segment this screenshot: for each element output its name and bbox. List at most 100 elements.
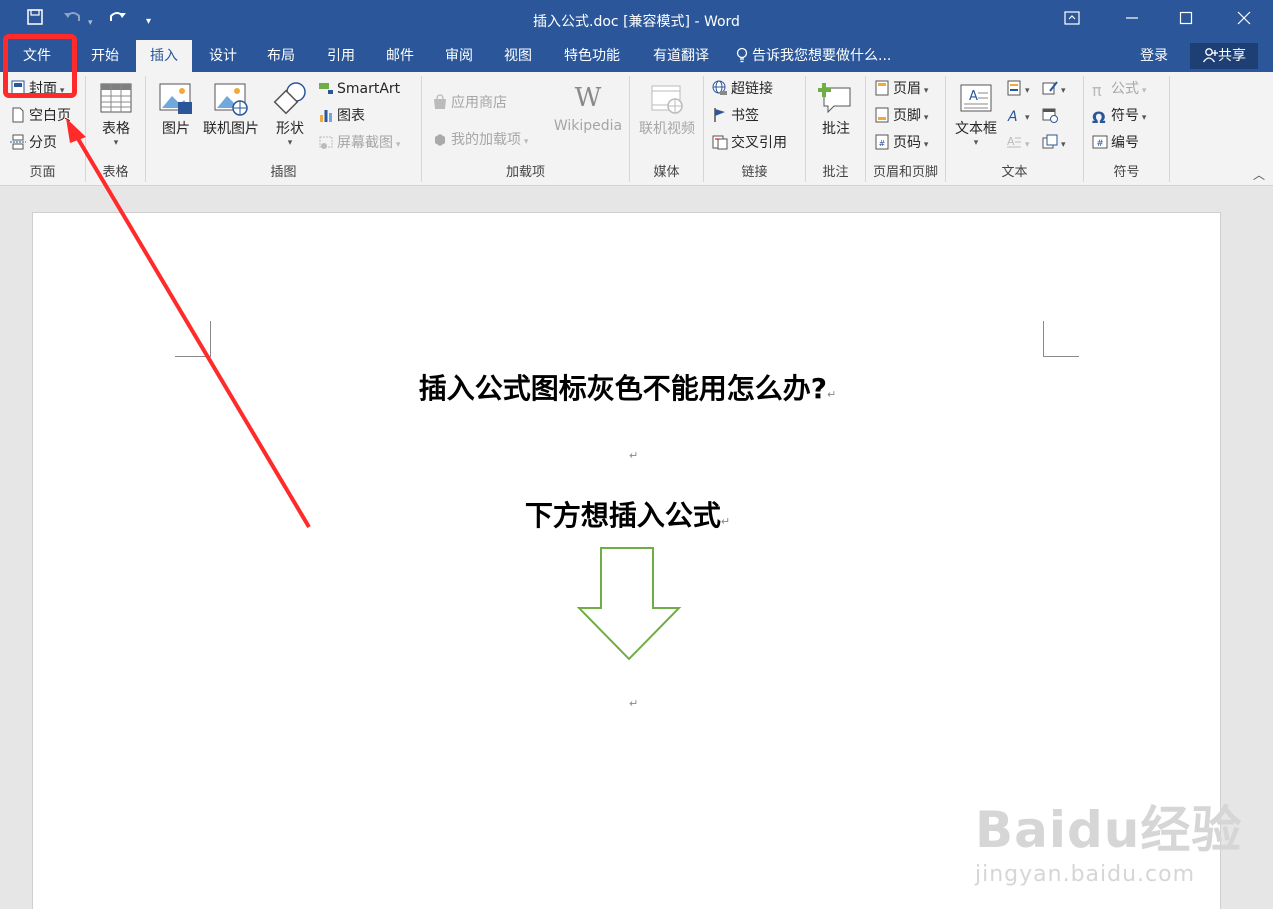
margin-corner-top-right (1043, 321, 1079, 357)
svg-text:#: # (1096, 139, 1104, 149)
tell-me-text: 告诉我您想要做什么... (752, 48, 892, 64)
group-comments: 批注 批注 (806, 76, 866, 182)
down-arrow-shape[interactable] (577, 547, 683, 661)
group-label-links: 链接 (741, 165, 768, 180)
group-addins: 应用商店 我的加载项 ▾ W Wikipedia 加载项 (422, 76, 630, 182)
empty-paragraph-mark: ↵ (629, 697, 639, 710)
tab-special-features[interactable]: 特色功能 (554, 40, 630, 72)
chart-button[interactable]: 图表 (318, 105, 365, 127)
share-label: 共享 (1218, 48, 1246, 64)
object-button[interactable]: ▾ (1042, 132, 1066, 154)
symbol-button[interactable]: Ω 符号 ▾ (1092, 105, 1146, 127)
textbox-button[interactable]: A 文本框 ▾ (950, 80, 1002, 148)
shapes-button[interactable]: 形状 ▾ (266, 80, 314, 148)
cross-reference-button[interactable]: 交叉引用 (712, 132, 787, 154)
person-icon (1202, 46, 1218, 72)
tab-home[interactable]: 开始 (80, 40, 130, 72)
equation-button[interactable]: π 公式 ▾ (1092, 78, 1146, 100)
svg-text:A: A (1007, 135, 1015, 148)
group-label-pages: 页面 (29, 165, 56, 180)
footer-button[interactable]: 页脚 ▾ (874, 105, 928, 127)
page-number-button[interactable]: # 页码 ▾ (874, 132, 928, 154)
tab-design[interactable]: 设计 (198, 40, 248, 72)
smartart-button[interactable]: SmartArt (318, 78, 400, 100)
empty-paragraph-mark: ↵ (629, 449, 639, 462)
footer-icon (874, 107, 890, 123)
document-heading-insert-below[interactable]: 下方想插入公式↵ (33, 494, 1222, 534)
pi-icon: π (1092, 81, 1102, 100)
table-button[interactable]: 表格 ▾ (94, 80, 138, 148)
online-pictures-button[interactable]: 联机图片 (198, 80, 264, 138)
group-text: A 文本框 ▾ ▾ A ▾ A ▾ ▾ ▾ 文本 (946, 76, 1084, 182)
page-break-icon (10, 134, 26, 150)
page-break-button[interactable]: 分页 (10, 132, 57, 154)
ribbon-display-options-icon[interactable] (1052, 6, 1092, 34)
hyperlink-button[interactable]: 超链接 (712, 78, 773, 100)
screenshot-button[interactable]: 屏幕截图 ▾ (318, 132, 400, 154)
group-label-tables: 表格 (102, 165, 129, 180)
paragraph-mark: ↵ (827, 388, 837, 401)
group-label-illustrations: 插图 (270, 165, 297, 180)
close-icon[interactable] (1224, 6, 1264, 34)
wordart-icon: A (1006, 107, 1022, 125)
textbox-icon: A (958, 80, 994, 116)
group-label-text: 文本 (1001, 165, 1028, 180)
share-button[interactable]: 共享 (1190, 43, 1258, 69)
table-icon (98, 80, 134, 116)
picture-icon (158, 80, 194, 116)
addins-icon (432, 131, 448, 147)
pictures-button[interactable]: 图片 (154, 80, 198, 138)
wordart-button[interactable]: A ▾ (1006, 105, 1030, 127)
lightbulb-icon (736, 43, 748, 75)
omega-icon: Ω (1092, 108, 1106, 127)
store-icon (432, 94, 448, 110)
group-media: 联机视频 媒体 (630, 76, 704, 182)
collapse-ribbon-icon[interactable]: ︿ (1253, 166, 1265, 183)
signin-link[interactable]: 登录 (1140, 40, 1168, 72)
tab-review[interactable]: 审阅 (434, 40, 484, 72)
margin-corner-top-left (175, 321, 211, 357)
object-icon (1042, 134, 1058, 150)
wikipedia-button[interactable]: W Wikipedia (550, 80, 626, 134)
tell-me-box[interactable]: 告诉我您想要做什么... (736, 40, 891, 72)
page-number-icon: # (874, 134, 890, 150)
new-comment-button[interactable]: 批注 (812, 80, 860, 138)
header-button[interactable]: 页眉 ▾ (874, 78, 928, 100)
tab-youdao-translate[interactable]: 有道翻译 (642, 40, 720, 72)
watermark-logo-text: Baidu经验 (975, 801, 1243, 859)
watermark-url: jingyan.baidu.com (975, 862, 1196, 887)
numbering-button[interactable]: # 编号 (1092, 132, 1139, 154)
signature-line-button[interactable]: ▾ (1042, 78, 1066, 100)
group-label-symbols: 符号 (1113, 165, 1140, 180)
blank-page-button[interactable]: 空白页 (10, 105, 71, 127)
group-label-comments: 批注 (822, 165, 849, 180)
tab-layout[interactable]: 布局 (256, 40, 306, 72)
tab-mailings[interactable]: 邮件 (375, 40, 425, 72)
online-video-button[interactable]: 联机视频 (634, 80, 700, 138)
tab-references[interactable]: 引用 (316, 40, 366, 72)
paragraph-mark: ↵ (720, 515, 731, 528)
bookmark-button[interactable]: 书签 (712, 105, 759, 127)
tab-view[interactable]: 视图 (493, 40, 543, 72)
shapes-icon (272, 80, 308, 116)
smartart-icon (318, 80, 334, 96)
blank-page-icon (10, 107, 26, 123)
title-bar: ▾ ▾ 插入公式.doc [兼容模式] - Word (0, 0, 1273, 40)
quick-parts-button[interactable]: ▾ (1006, 78, 1030, 100)
maximize-icon[interactable] (1166, 6, 1206, 34)
svg-text:#: # (879, 139, 886, 148)
quick-parts-icon (1006, 80, 1022, 96)
date-time-button[interactable] (1042, 105, 1061, 127)
svg-text:A: A (1007, 109, 1018, 123)
group-label-header-footer: 页眉和页脚 (872, 165, 938, 180)
tab-insert[interactable]: 插入 (136, 40, 192, 72)
group-links: 超链接 书签 交叉引用 链接 (704, 76, 806, 182)
group-tables: 表格 ▾ 表格 (86, 76, 146, 182)
ribbon-insert: 封面 ▾ 空白页 分页 页面 表格 ▾ 表格 图片 联机图片 形状 ▾ Smar… (0, 72, 1273, 186)
minimize-icon[interactable] (1112, 6, 1152, 34)
document-heading-question[interactable]: 插入公式图标灰色不能用怎么办?↵ (33, 367, 1222, 407)
my-addins-button[interactable]: 我的加载项 ▾ (432, 129, 528, 151)
group-illustrations: 图片 联机图片 形状 ▾ SmartArt 图表 屏幕截图 ▾ 插图 (146, 76, 422, 182)
store-button[interactable]: 应用商店 (432, 92, 507, 114)
drop-cap-button[interactable]: A ▾ (1006, 132, 1030, 154)
